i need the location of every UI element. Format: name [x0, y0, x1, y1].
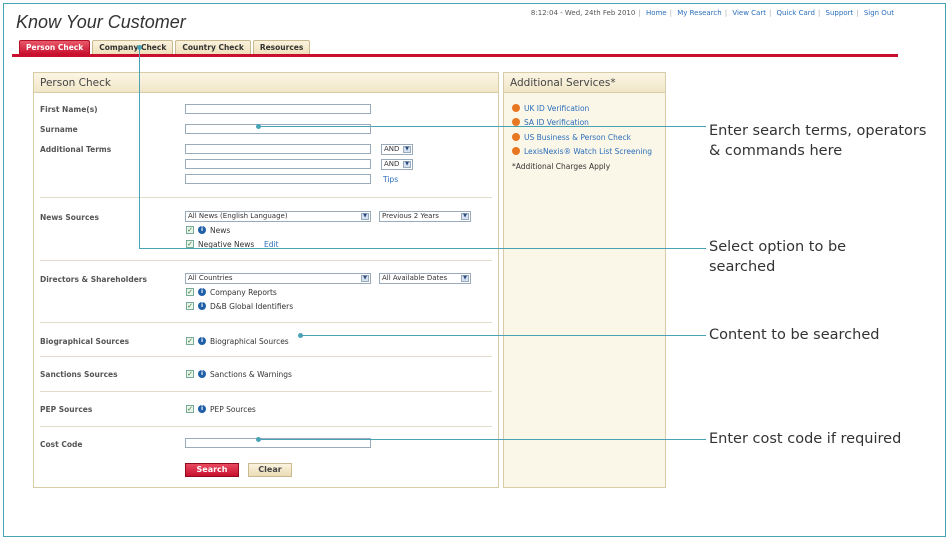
company-reports-checkbox[interactable]: ✓	[186, 288, 194, 296]
chevron-down-icon: ▼	[361, 275, 369, 282]
callout-line	[259, 439, 706, 440]
chevron-down-icon: ▼	[361, 213, 369, 220]
news-period-select[interactable]: Previous 2 Years ▼	[379, 211, 471, 222]
arrow-circle-icon	[512, 104, 520, 112]
operator-select-2[interactable]: AND ▼	[381, 159, 413, 170]
arrow-circle-icon	[512, 133, 520, 141]
callout-cost-code: Enter cost code if required	[709, 431, 902, 447]
sanctions-checkbox[interactable]: ✓	[186, 370, 194, 378]
biographical-option-label: Biographical Sources	[210, 337, 289, 346]
additional-term-input-2[interactable]	[185, 159, 371, 169]
info-icon[interactable]: i	[198, 288, 206, 296]
additional-term-input-3[interactable]	[185, 174, 371, 184]
link-support[interactable]: Support	[826, 9, 854, 17]
chevron-down-icon: ▼	[461, 213, 469, 220]
news-source-select[interactable]: All News (English Language) ▼	[185, 211, 371, 222]
tab-person-check[interactable]: Person Check	[19, 40, 91, 54]
news-sources-label: News Sources	[40, 213, 99, 222]
link-view-cart[interactable]: View Cart	[732, 9, 766, 17]
status-time: 8:12:04 - Wed, 24th Feb 2010	[530, 9, 636, 17]
pep-checkbox[interactable]: ✓	[186, 405, 194, 413]
first-name-input[interactable]	[185, 104, 371, 114]
dates-select[interactable]: All Available Dates ▼	[379, 273, 471, 284]
cost-code-label: Cost Code	[40, 440, 83, 449]
top-nav: 8:12:04 - Wed, 24th Feb 2010 | Home | My R…	[530, 9, 894, 17]
link-my-research[interactable]: My Research	[677, 9, 722, 17]
countries-select[interactable]: All Countries ▼	[185, 273, 371, 284]
sanctions-label: Sanctions Sources	[40, 370, 118, 379]
panel-title: Person Check	[34, 73, 498, 93]
operator-select-1[interactable]: AND ▼	[381, 144, 413, 155]
chevron-down-icon: ▼	[403, 161, 411, 168]
search-button[interactable]: Search	[185, 463, 239, 477]
app-title: Know Your Customer	[16, 12, 186, 32]
dnb-label: D&B Global Identifiers	[210, 302, 294, 311]
divider	[40, 391, 492, 392]
news-checkbox[interactable]: ✓	[186, 226, 194, 234]
tab-bar: Person Check Company Check Country Check…	[19, 40, 312, 54]
callout-line	[139, 47, 140, 248]
tab-underline	[12, 54, 898, 57]
callout-search-terms: Enter search terms, operators & commands…	[709, 123, 927, 159]
divider	[40, 322, 492, 323]
divider	[40, 197, 492, 198]
service-us-business[interactable]: US Business & Person Check	[512, 133, 631, 142]
service-lexisnexis[interactable]: LexisNexis® Watch List Screening	[512, 147, 652, 156]
additional-services-panel: Additional Services* UK ID Verification …	[503, 72, 666, 488]
divider	[40, 260, 492, 261]
divider	[40, 356, 492, 357]
biographical-checkbox[interactable]: ✓	[186, 337, 194, 345]
news-option-label: News	[210, 226, 231, 235]
directors-label: Directors & Shareholders	[40, 275, 147, 284]
sanctions-option-label: Sanctions & Warnings	[210, 370, 292, 379]
tab-company-check[interactable]: Company Check	[92, 40, 174, 54]
callout-line	[259, 126, 706, 127]
chevron-down-icon: ▼	[461, 275, 469, 282]
chevron-down-icon: ▼	[403, 146, 411, 153]
info-icon[interactable]: i	[198, 405, 206, 413]
info-icon[interactable]: i	[198, 337, 206, 345]
info-icon[interactable]: i	[198, 302, 206, 310]
company-reports-label: Company Reports	[210, 288, 277, 297]
info-icon[interactable]: i	[198, 370, 206, 378]
tab-country-check[interactable]: Country Check	[175, 40, 251, 54]
tips-link[interactable]: Tips	[383, 175, 398, 184]
info-icon[interactable]: i	[198, 226, 206, 234]
dnb-checkbox[interactable]: ✓	[186, 302, 194, 310]
service-uk-id[interactable]: UK ID Verification	[512, 104, 589, 113]
divider	[40, 426, 492, 427]
services-title: Additional Services*	[504, 73, 665, 93]
first-name-label: First Name(s)	[40, 105, 98, 114]
arrow-circle-icon	[512, 118, 520, 126]
biographical-label: Biographical Sources	[40, 337, 130, 346]
callout-line	[301, 335, 706, 336]
callout-select-option: Select option to be searched	[709, 239, 847, 275]
link-home[interactable]: Home	[646, 9, 667, 17]
person-check-panel: Person Check First Name(s) Surname Addit…	[33, 72, 499, 488]
callout-line	[139, 248, 706, 249]
pep-label: PEP Sources	[40, 405, 93, 414]
negative-news-checkbox[interactable]: ✓	[186, 240, 194, 248]
callout-content: Content to be searched	[709, 327, 880, 343]
link-sign-out[interactable]: Sign Out	[864, 9, 894, 17]
link-quick-card[interactable]: Quick Card	[777, 9, 815, 17]
surname-label: Surname	[40, 125, 78, 134]
additional-term-input-1[interactable]	[185, 144, 371, 154]
charges-note: *Additional Charges Apply	[512, 162, 611, 171]
additional-terms-label: Additional Terms	[40, 145, 112, 154]
tab-resources[interactable]: Resources	[252, 40, 311, 54]
pep-option-label: PEP Sources	[210, 405, 256, 414]
clear-button[interactable]: Clear	[248, 463, 292, 477]
arrow-circle-icon	[512, 147, 520, 155]
